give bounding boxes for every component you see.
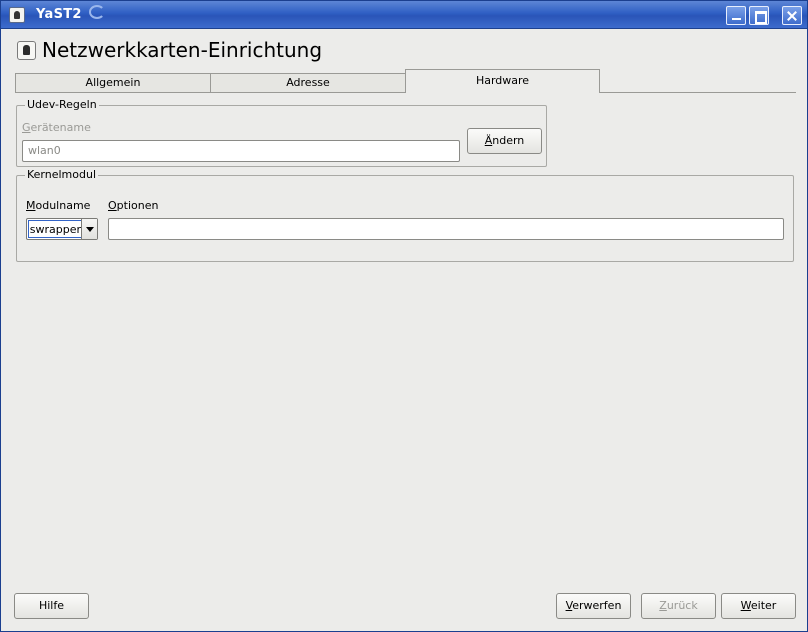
kernel-module-legend: Kernelmodul (25, 168, 99, 181)
device-name-label: Gerätename (22, 121, 91, 134)
options-field[interactable] (108, 218, 784, 240)
options-label: Optionen (108, 199, 158, 212)
device-name-label-text: erätename (30, 121, 91, 134)
back-label: urück (666, 599, 698, 612)
help-button[interactable]: Hilfe (14, 593, 89, 619)
options-label-text: ptionen (116, 199, 159, 212)
close-icon[interactable] (782, 6, 802, 25)
tab-hardware[interactable]: Hardware (405, 69, 600, 93)
discard-button[interactable]: Verwerfen (556, 593, 631, 619)
udev-rules-legend: Udev-Regeln (25, 98, 99, 111)
page-title: Netzwerkkarten-Einrichtung (42, 38, 323, 62)
device-name-field[interactable]: wlan0 (22, 140, 460, 162)
network-card-icon (17, 41, 36, 60)
tab-allgemein[interactable]: Allgemein (15, 73, 211, 93)
discard-label: erwerfen (572, 599, 622, 612)
maximize-icon[interactable] (749, 6, 769, 25)
module-name-label-text: odulname (35, 199, 91, 212)
back-mnemonic: Z (659, 599, 667, 612)
options-mnemonic: O (108, 199, 117, 212)
window-title: YaST2 (36, 7, 82, 22)
minimize-icon[interactable] (726, 6, 746, 25)
next-label: eiter (750, 599, 777, 612)
back-button[interactable]: Zurück (641, 593, 716, 619)
next-mnemonic: W (740, 599, 751, 612)
change-button-label: ndern (492, 134, 525, 147)
chevron-down-icon[interactable] (81, 219, 97, 239)
module-name-combobox[interactable]: ndiswrapper (26, 218, 98, 240)
swirl-icon (89, 5, 105, 19)
module-name-value[interactable]: ndiswrapper (28, 220, 82, 238)
yast-window: YaST2 Netzwerkkarten-Einrichtung Allgeme… (0, 0, 808, 632)
title-bar[interactable]: YaST2 (1, 1, 807, 29)
tab-adresse[interactable]: Adresse (210, 73, 406, 93)
next-button[interactable]: Weiter (721, 593, 796, 619)
device-name-mnemonic: G (22, 121, 31, 134)
module-name-mnemonic: M (26, 199, 36, 212)
module-name-label: Modulname (26, 199, 90, 212)
change-button[interactable]: Ändern (467, 128, 542, 154)
yast-icon[interactable] (9, 7, 25, 23)
tab-bar-divider (599, 92, 796, 93)
